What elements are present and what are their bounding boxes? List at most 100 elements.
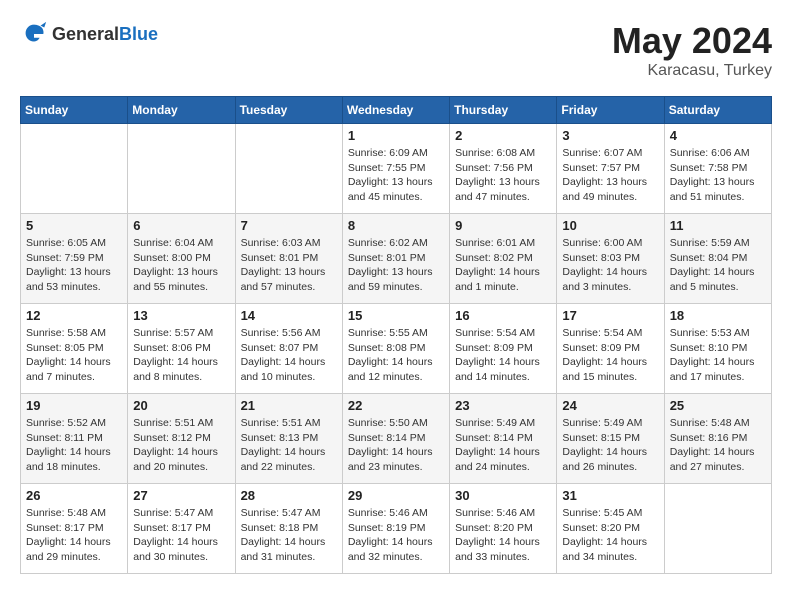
calendar-cell bbox=[664, 484, 771, 574]
day-number: 13 bbox=[133, 308, 229, 323]
day-info: Sunrise: 6:02 AM Sunset: 8:01 PM Dayligh… bbox=[348, 236, 444, 295]
calendar-cell: 31 Sunrise: 5:45 AM Sunset: 8:20 PM Dayli… bbox=[557, 484, 664, 574]
calendar-table: SundayMondayTuesdayWednesdayThursdayFrid… bbox=[20, 96, 772, 574]
calendar-cell: 15 Sunrise: 5:55 AM Sunset: 8:08 PM Dayli… bbox=[342, 304, 449, 394]
calendar-week-1: 1 Sunrise: 6:09 AM Sunset: 7:55 PM Daylig… bbox=[21, 124, 772, 214]
calendar-cell: 13 Sunrise: 5:57 AM Sunset: 8:06 PM Dayli… bbox=[128, 304, 235, 394]
day-info: Sunrise: 5:47 AM Sunset: 8:18 PM Dayligh… bbox=[241, 506, 337, 565]
day-info: Sunrise: 5:52 AM Sunset: 8:11 PM Dayligh… bbox=[26, 416, 122, 475]
day-number: 22 bbox=[348, 398, 444, 413]
day-info: Sunrise: 5:57 AM Sunset: 8:06 PM Dayligh… bbox=[133, 326, 229, 385]
weekday-header-row: SundayMondayTuesdayWednesdayThursdayFrid… bbox=[21, 97, 772, 124]
logo-icon bbox=[20, 20, 48, 48]
day-info: Sunrise: 5:59 AM Sunset: 8:04 PM Dayligh… bbox=[670, 236, 766, 295]
day-number: 25 bbox=[670, 398, 766, 413]
weekday-header-monday: Monday bbox=[128, 97, 235, 124]
day-number: 24 bbox=[562, 398, 658, 413]
calendar-cell: 30 Sunrise: 5:46 AM Sunset: 8:20 PM Dayli… bbox=[450, 484, 557, 574]
day-number: 26 bbox=[26, 488, 122, 503]
day-info: Sunrise: 5:51 AM Sunset: 8:13 PM Dayligh… bbox=[241, 416, 337, 475]
calendar-week-3: 12 Sunrise: 5:58 AM Sunset: 8:05 PM Dayli… bbox=[21, 304, 772, 394]
calendar-cell: 27Sunrise: 5:47 AM Sunset: 8:17 PM Dayli… bbox=[128, 484, 235, 574]
calendar-cell bbox=[21, 124, 128, 214]
day-info: Sunrise: 5:55 AM Sunset: 8:08 PM Dayligh… bbox=[348, 326, 444, 385]
day-info: Sunrise: 6:01 AM Sunset: 8:02 PM Dayligh… bbox=[455, 236, 551, 295]
calendar-cell: 16Sunrise: 5:54 AM Sunset: 8:09 PM Dayli… bbox=[450, 304, 557, 394]
day-number: 4 bbox=[670, 128, 766, 143]
calendar-cell: 19 Sunrise: 5:52 AM Sunset: 8:11 PM Dayli… bbox=[21, 394, 128, 484]
calendar-week-2: 5Sunrise: 6:05 AM Sunset: 7:59 PM Daylig… bbox=[21, 214, 772, 304]
logo: GeneralBlue bbox=[20, 20, 158, 48]
day-number: 3 bbox=[562, 128, 658, 143]
day-number: 17 bbox=[562, 308, 658, 323]
weekday-header-wednesday: Wednesday bbox=[342, 97, 449, 124]
day-number: 14 bbox=[241, 308, 337, 323]
calendar-cell: 4Sunrise: 6:06 AM Sunset: 7:58 PM Daylig… bbox=[664, 124, 771, 214]
day-info: Sunrise: 5:56 AM Sunset: 8:07 PM Dayligh… bbox=[241, 326, 337, 385]
day-number: 28 bbox=[241, 488, 337, 503]
calendar-header: SundayMondayTuesdayWednesdayThursdayFrid… bbox=[21, 97, 772, 124]
calendar-cell: 28 Sunrise: 5:47 AM Sunset: 8:18 PM Dayli… bbox=[235, 484, 342, 574]
calendar-cell: 14 Sunrise: 5:56 AM Sunset: 8:07 PM Dayli… bbox=[235, 304, 342, 394]
calendar-cell: 3 Sunrise: 6:07 AM Sunset: 7:57 PM Daylig… bbox=[557, 124, 664, 214]
day-info: Sunrise: 5:51 AM Sunset: 8:12 PM Dayligh… bbox=[133, 416, 229, 475]
calendar-cell: 9Sunrise: 6:01 AM Sunset: 8:02 PM Daylig… bbox=[450, 214, 557, 304]
day-number: 7 bbox=[241, 218, 337, 233]
day-number: 20 bbox=[133, 398, 229, 413]
logo-text-general: General bbox=[52, 24, 119, 44]
calendar-cell: 18 Sunrise: 5:53 AM Sunset: 8:10 PM Dayli… bbox=[664, 304, 771, 394]
day-number: 10 bbox=[562, 218, 658, 233]
day-info: Sunrise: 6:08 AM Sunset: 7:56 PM Dayligh… bbox=[455, 146, 551, 205]
calendar-cell bbox=[235, 124, 342, 214]
calendar-cell: 5Sunrise: 6:05 AM Sunset: 7:59 PM Daylig… bbox=[21, 214, 128, 304]
page-header: GeneralBlue May 2024 Karacasu, Turkey bbox=[20, 20, 772, 80]
day-number: 19 bbox=[26, 398, 122, 413]
day-number: 21 bbox=[241, 398, 337, 413]
weekday-header-thursday: Thursday bbox=[450, 97, 557, 124]
day-number: 2 bbox=[455, 128, 551, 143]
calendar-cell: 7 Sunrise: 6:03 AM Sunset: 8:01 PM Daylig… bbox=[235, 214, 342, 304]
calendar-cell: 20 Sunrise: 5:51 AM Sunset: 8:12 PM Dayli… bbox=[128, 394, 235, 484]
day-number: 30 bbox=[455, 488, 551, 503]
day-info: Sunrise: 6:07 AM Sunset: 7:57 PM Dayligh… bbox=[562, 146, 658, 205]
day-number: 18 bbox=[670, 308, 766, 323]
day-info: Sunrise: 5:58 AM Sunset: 8:05 PM Dayligh… bbox=[26, 326, 122, 385]
calendar-cell: 23Sunrise: 5:49 AM Sunset: 8:14 PM Dayli… bbox=[450, 394, 557, 484]
calendar-cell: 24 Sunrise: 5:49 AM Sunset: 8:15 PM Dayli… bbox=[557, 394, 664, 484]
day-info: Sunrise: 5:46 AM Sunset: 8:20 PM Dayligh… bbox=[455, 506, 551, 565]
day-number: 15 bbox=[348, 308, 444, 323]
day-number: 31 bbox=[562, 488, 658, 503]
day-info: Sunrise: 5:46 AM Sunset: 8:19 PM Dayligh… bbox=[348, 506, 444, 565]
day-number: 27 bbox=[133, 488, 229, 503]
day-info: Sunrise: 5:49 AM Sunset: 8:15 PM Dayligh… bbox=[562, 416, 658, 475]
day-info: Sunrise: 5:53 AM Sunset: 8:10 PM Dayligh… bbox=[670, 326, 766, 385]
day-number: 23 bbox=[455, 398, 551, 413]
calendar-cell: 22Sunrise: 5:50 AM Sunset: 8:14 PM Dayli… bbox=[342, 394, 449, 484]
calendar-week-4: 19 Sunrise: 5:52 AM Sunset: 8:11 PM Dayli… bbox=[21, 394, 772, 484]
calendar-week-5: 26Sunrise: 5:48 AM Sunset: 8:17 PM Dayli… bbox=[21, 484, 772, 574]
calendar-cell bbox=[128, 124, 235, 214]
day-info: Sunrise: 6:03 AM Sunset: 8:01 PM Dayligh… bbox=[241, 236, 337, 295]
day-info: Sunrise: 6:00 AM Sunset: 8:03 PM Dayligh… bbox=[562, 236, 658, 295]
calendar-cell: 12 Sunrise: 5:58 AM Sunset: 8:05 PM Dayli… bbox=[21, 304, 128, 394]
calendar-cell: 10 Sunrise: 6:00 AM Sunset: 8:03 PM Dayli… bbox=[557, 214, 664, 304]
day-number: 1 bbox=[348, 128, 444, 143]
weekday-header-saturday: Saturday bbox=[664, 97, 771, 124]
calendar-cell: 1 Sunrise: 6:09 AM Sunset: 7:55 PM Daylig… bbox=[342, 124, 449, 214]
weekday-header-tuesday: Tuesday bbox=[235, 97, 342, 124]
day-number: 16 bbox=[455, 308, 551, 323]
calendar-body: 1 Sunrise: 6:09 AM Sunset: 7:55 PM Daylig… bbox=[21, 124, 772, 574]
day-number: 11 bbox=[670, 218, 766, 233]
day-number: 12 bbox=[26, 308, 122, 323]
day-info: Sunrise: 5:45 AM Sunset: 8:20 PM Dayligh… bbox=[562, 506, 658, 565]
calendar-title: May 2024 bbox=[612, 20, 772, 62]
title-block: May 2024 Karacasu, Turkey bbox=[612, 20, 772, 80]
calendar-cell: 21 Sunrise: 5:51 AM Sunset: 8:13 PM Dayli… bbox=[235, 394, 342, 484]
day-number: 29 bbox=[348, 488, 444, 503]
calendar-cell: 11 Sunrise: 5:59 AM Sunset: 8:04 PM Dayli… bbox=[664, 214, 771, 304]
calendar-cell: 2 Sunrise: 6:08 AM Sunset: 7:56 PM Daylig… bbox=[450, 124, 557, 214]
day-info: Sunrise: 6:04 AM Sunset: 8:00 PM Dayligh… bbox=[133, 236, 229, 295]
logo-text-blue: Blue bbox=[119, 24, 158, 44]
day-info: Sunrise: 6:09 AM Sunset: 7:55 PM Dayligh… bbox=[348, 146, 444, 205]
day-info: Sunrise: 5:48 AM Sunset: 8:16 PM Dayligh… bbox=[670, 416, 766, 475]
